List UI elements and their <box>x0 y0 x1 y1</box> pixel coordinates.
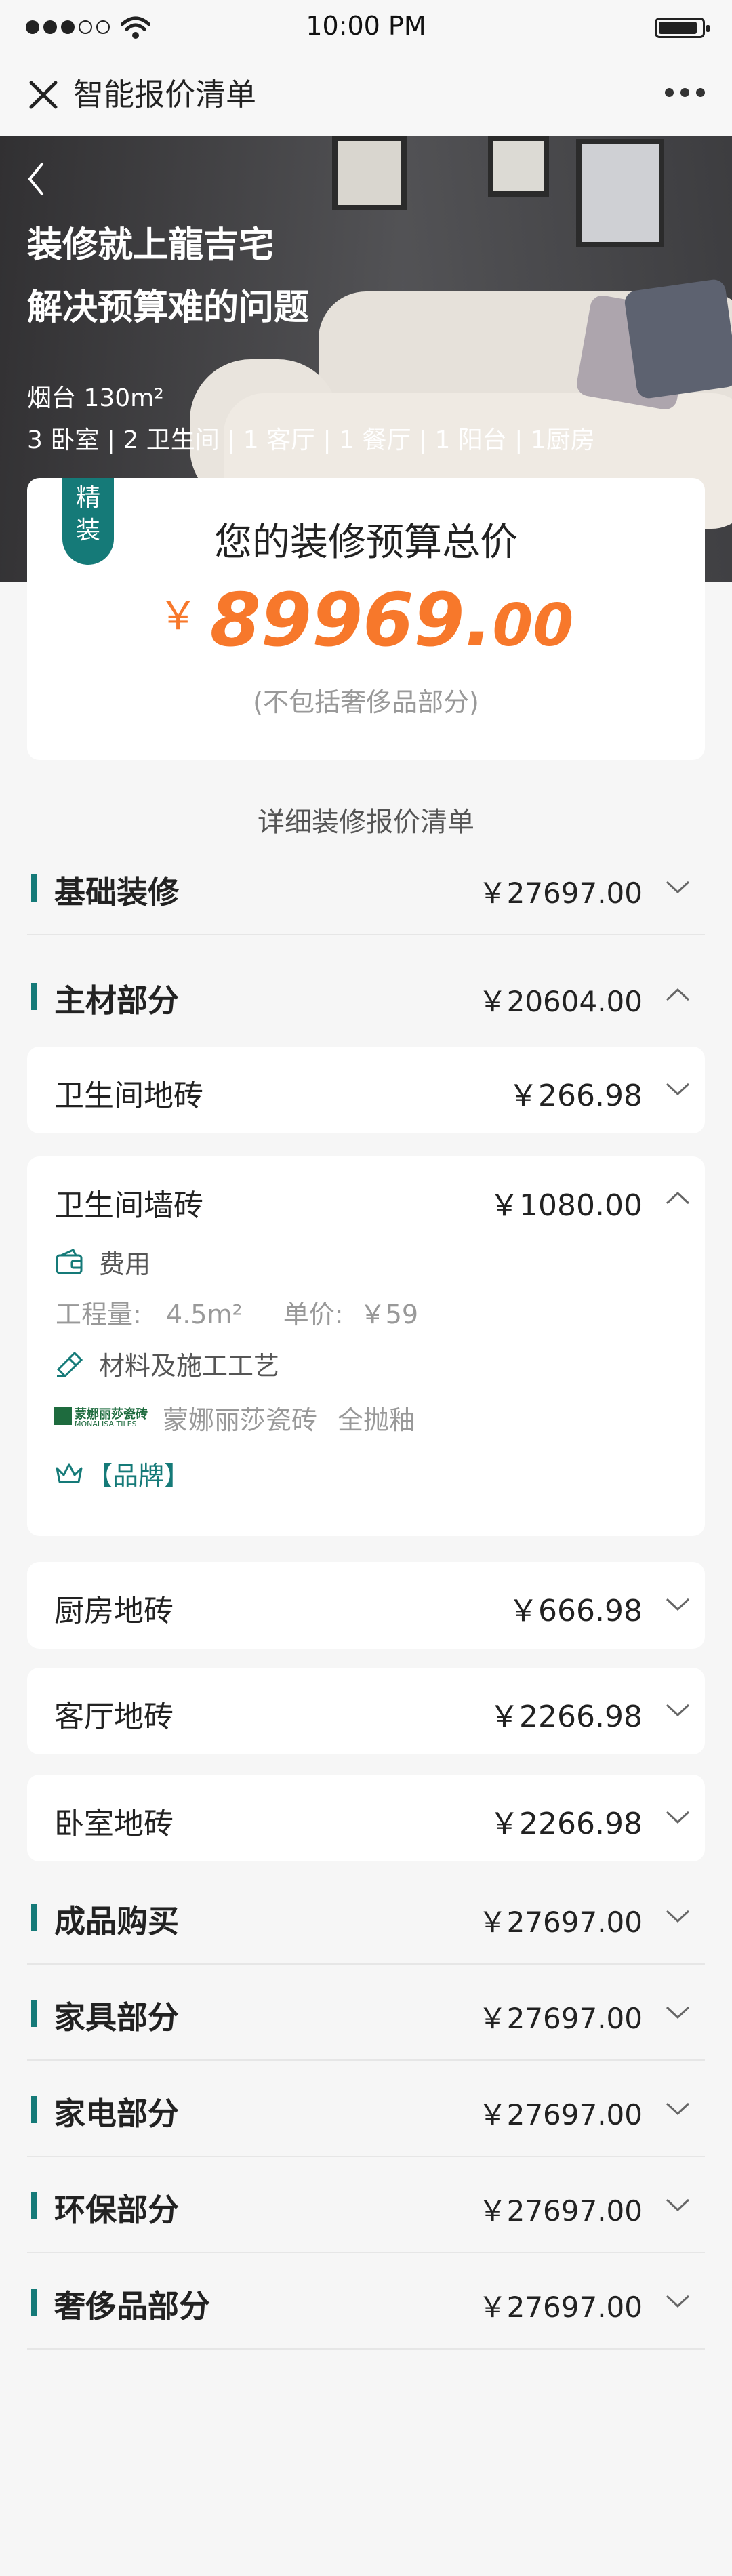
section-appliance[interactable]: 家电部分 ￥27697.00 <box>27 2062 705 2157</box>
section-amount: ￥27697.00 <box>478 1906 643 1939</box>
chevron-down-icon[interactable] <box>664 2287 691 2314</box>
item-living-floor[interactable]: 客厅地砖 ￥2266.98 <box>27 1668 705 1754</box>
section-amount: ￥27697.00 <box>478 2291 643 2324</box>
section-amount: ￥27697.00 <box>478 2098 643 2131</box>
budget-price-int: 89969. <box>209 578 493 663</box>
chevron-down-icon[interactable] <box>664 873 691 900</box>
hero-title-line1: 装修就上龍吉宅 <box>27 225 274 266</box>
budget-note: (不包括奢侈品部分) <box>253 687 479 717</box>
wall-picture <box>576 139 664 247</box>
wallet-icon <box>56 1248 83 1274</box>
item-amount: ￥2266.98 <box>489 1699 643 1734</box>
chevron-down-icon[interactable] <box>664 1803 691 1830</box>
brand-tag-row[interactable]: 【品牌】 <box>54 1455 190 1492</box>
section-marker <box>31 2192 37 2219</box>
section-amount: ￥20604.00 <box>478 985 643 1018</box>
item-bedroom-floor[interactable]: 卧室地砖 ￥2266.98 <box>27 1775 705 1861</box>
wall-picture <box>488 136 549 197</box>
budget-currency: ￥ <box>158 592 198 639</box>
item-bath-wall[interactable]: 卫生间墙砖 ￥1080.00 费用 工程量: 4.5m² 单价: ￥59 材料及… <box>27 1156 705 1536</box>
section-eco[interactable]: 环保部分 ￥27697.00 <box>27 2158 705 2253</box>
section-marker <box>31 2289 37 2316</box>
hero-area: 烟台 130m² <box>27 384 164 412</box>
section-marker <box>31 2096 37 2123</box>
craft-label: 材料及施工工艺 <box>99 1351 280 1381</box>
unit-price-text: 单价: ￥59 <box>283 1300 419 1329</box>
section-name: 基础装修 <box>54 874 179 910</box>
back-icon[interactable] <box>26 160 46 198</box>
budget-card: 精装 您的装修预算总价 ￥ 89969.00 (不包括奢侈品部分) <box>27 478 705 760</box>
chevron-down-icon[interactable] <box>664 2095 691 2122</box>
section-amount: ￥27697.00 <box>478 877 643 910</box>
section-finished[interactable]: 成品购买 ￥27697.00 <box>27 1870 705 1965</box>
quantity-text: 工程量: 4.5m² <box>56 1300 243 1329</box>
section-name: 奢侈品部分 <box>54 2288 210 2325</box>
brand-row: 蒙娜丽莎瓷砖 MONALISA TILES 蒙娜丽莎瓷砖 全抛釉 <box>54 1399 415 1436</box>
brand-name: 蒙娜丽莎瓷砖 <box>163 1405 318 1435</box>
brand-logo: 蒙娜丽莎瓷砖 MONALISA TILES <box>54 1405 148 1432</box>
item-name: 客厅地砖 <box>54 1699 174 1734</box>
battery-icon <box>655 18 710 38</box>
chevron-up-icon[interactable] <box>664 1185 691 1212</box>
section-marker <box>31 874 37 902</box>
chevron-down-icon[interactable] <box>664 1075 691 1102</box>
section-name: 成品购买 <box>54 1903 179 1939</box>
item-amount: ￥266.98 <box>508 1079 643 1113</box>
hero-title: 装修就上龍吉宅 解决预算难的问题 <box>27 214 309 339</box>
section-name: 环保部分 <box>54 2192 179 2228</box>
section-marker <box>31 983 37 1010</box>
item-name: 卫生间墙砖 <box>54 1188 203 1223</box>
chevron-up-icon[interactable] <box>664 982 691 1009</box>
item-bath-floor[interactable]: 卫生间地砖 ￥266.98 <box>27 1047 705 1133</box>
section-furniture[interactable]: 家具部分 ￥27697.00 <box>27 1966 705 2061</box>
craft-row: 材料及施工工艺 <box>54 1345 279 1382</box>
chevron-down-icon[interactable] <box>664 1590 691 1617</box>
chevron-down-icon[interactable] <box>664 1998 691 2026</box>
item-amount: ￥2266.98 <box>489 1807 643 1841</box>
chevron-down-icon[interactable] <box>664 1696 691 1723</box>
section-marker <box>31 1904 37 1931</box>
hero-rooms: 3 卧室 | 2 卫生间 | 1 客厅 | 1 餐厅 | 1 阳台 | 1厨房 <box>27 426 595 454</box>
section-luxury[interactable]: 奢侈品部分 ￥27697.00 <box>27 2255 705 2350</box>
cost-label: 费用 <box>99 1249 151 1279</box>
section-amount: ￥27697.00 <box>478 2194 643 2228</box>
budget-price-dec: 00 <box>492 592 574 660</box>
section-main-materials[interactable]: 主材部分 ￥20604.00 <box>27 949 705 1044</box>
chevron-down-icon[interactable] <box>664 1902 691 1929</box>
budget-price: ￥ 89969.00 <box>27 578 705 663</box>
status-bar: 10:00 PM <box>0 0 732 54</box>
item-amount: ￥1080.00 <box>489 1188 643 1223</box>
cost-row: 费用 <box>54 1243 150 1281</box>
status-time: 10:00 PM <box>306 11 426 41</box>
page-title: 智能报价清单 <box>73 77 257 113</box>
close-icon[interactable] <box>24 76 62 114</box>
item-amount: ￥666.98 <box>508 1594 643 1628</box>
crown-icon <box>56 1463 83 1483</box>
brand-logo-en: MONALISA TILES <box>75 1419 137 1428</box>
detail-heading: 详细装修报价清单 <box>258 807 474 838</box>
nav-bar: 智能报价清单 <box>0 54 732 136</box>
roller-icon <box>56 1351 83 1377</box>
quantity-row: 工程量: 4.5m² 单价: ￥59 <box>56 1293 418 1331</box>
section-name: 家电部分 <box>54 2095 179 2132</box>
hero-title-line2: 解决预算难的问题 <box>27 287 310 328</box>
item-kitchen-floor[interactable]: 厨房地砖 ￥666.98 <box>27 1562 705 1649</box>
glaze-type: 全抛釉 <box>338 1405 415 1435</box>
section-marker <box>31 2000 37 2027</box>
brand-tag[interactable]: 【品牌】 <box>87 1455 190 1492</box>
section-name: 主材部分 <box>54 982 179 1019</box>
budget-title: 您的装修预算总价 <box>214 521 518 565</box>
section-amount: ￥27697.00 <box>478 2002 643 2035</box>
item-name: 卫生间地砖 <box>54 1079 203 1113</box>
wall-picture <box>332 136 407 210</box>
item-name: 卧室地砖 <box>54 1807 174 1841</box>
item-name: 厨房地砖 <box>54 1594 174 1628</box>
more-icon[interactable] <box>665 88 705 97</box>
section-basic[interactable]: 基础装修 ￥27697.00 <box>27 841 705 935</box>
chevron-down-icon[interactable] <box>664 2191 691 2218</box>
section-name: 家具部分 <box>54 1999 179 2036</box>
